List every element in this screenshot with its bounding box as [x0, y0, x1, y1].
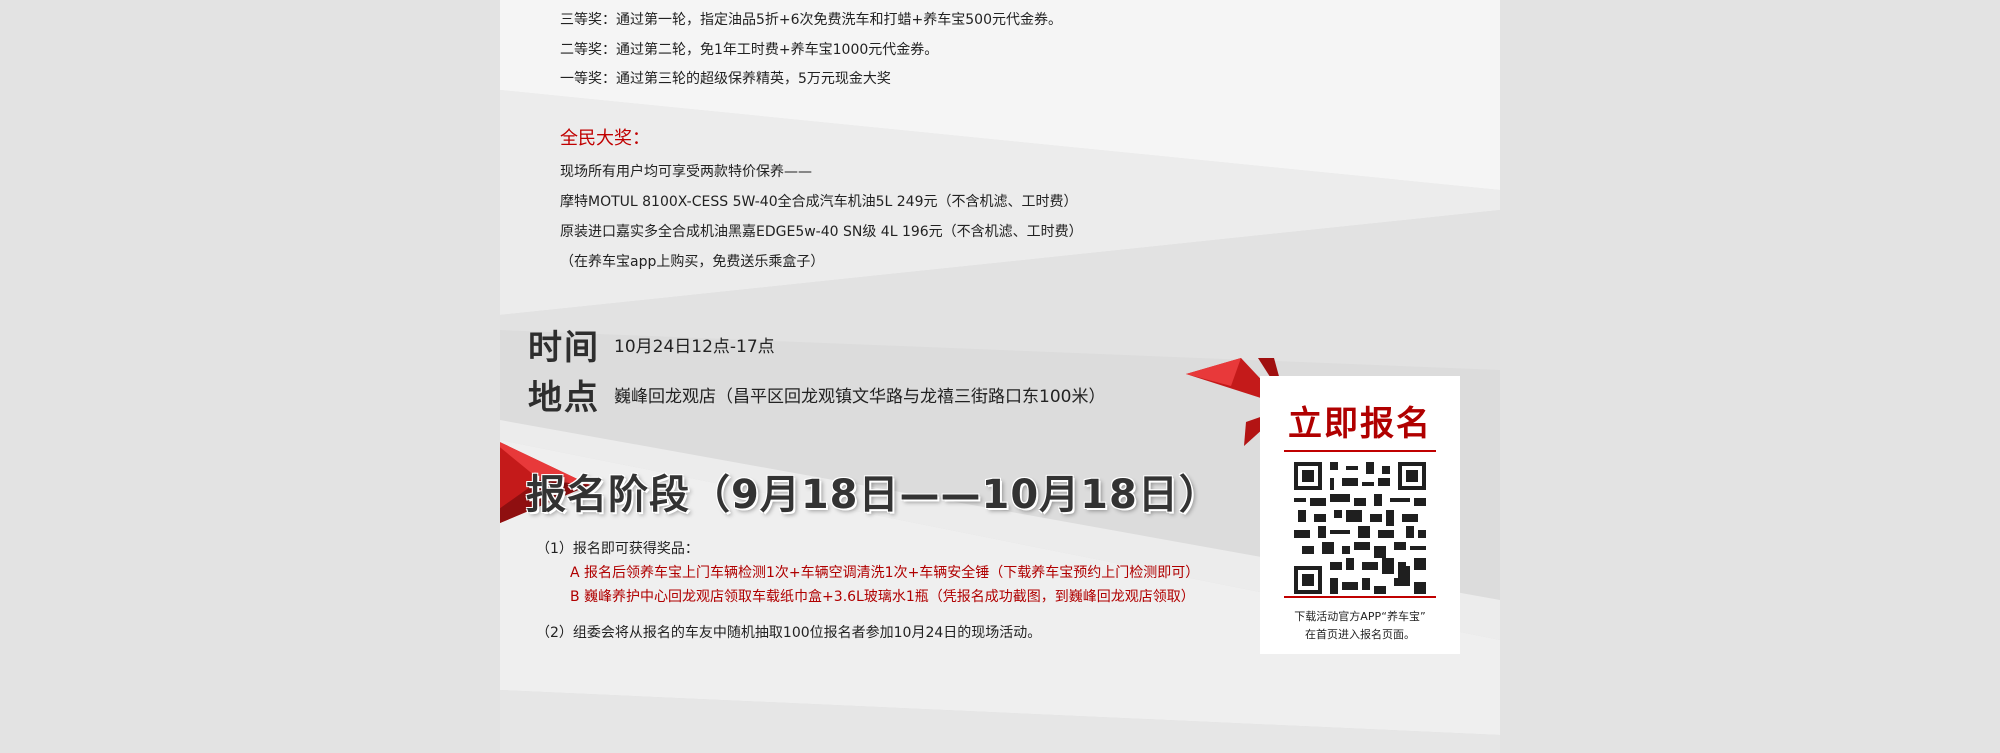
qr-caption-line-2: 在首页进入报名页面。 [1305, 628, 1415, 641]
registration-item-1: （1）报名即可获得奖品： [536, 541, 699, 557]
registration-item-1a: A 报名后领养车宝上门车辆检测1次+车辆空调清洗1次+车辆安全锤（下载养车宝预约… [570, 565, 1200, 581]
first-prize: 一等奖：通过第三轮的超级保养精英，5万元现金大奖 [560, 71, 891, 87]
promo-panel: 三等奖：通过第一轮，指定油品5折+6次免费洗车和打蜡+养车宝500元代金券。 二… [500, 0, 1500, 753]
signup-now-title: 立即报名 [1288, 404, 1432, 444]
qr-signup-card[interactable]: 立即报名 下载活动官方APP“养车宝” 在首页进入报名页面。 [1260, 376, 1460, 654]
grand-prize-heading: 全民大奖： [560, 128, 650, 149]
grand-prize-line: 摩特MOTUL 8100X-CESS 5W-40全合成汽车机油5L 249元（不… [560, 194, 1078, 210]
grand-prize-line: （在养车宝app上购买，免费送乐乘盒子） [560, 254, 825, 270]
qr-caption-line-1: 下载活动官方APP“养车宝” [1294, 610, 1426, 623]
third-prize: 三等奖：通过第一轮，指定油品5折+6次免费洗车和打蜡+养车宝500元代金券。 [560, 12, 1062, 28]
registration-item-1b: B 巍峰养护中心回龙观店领取车载纸巾盒+3.6L玻璃水1瓶（凭报名成功截图，到巍… [570, 589, 1195, 605]
qr-code-icon[interactable] [1294, 462, 1426, 594]
grand-prize-line: 现场所有用户均可享受两款特价保养—— [560, 164, 812, 180]
place-value: 巍峰回龙观店（昌平区回龙观镇文华路与龙禧三街路口东100米） [614, 387, 1106, 407]
second-prize: 二等奖：通过第二轮，免1年工时费+养车宝1000元代金券。 [560, 42, 939, 58]
time-value: 10月24日12点-17点 [614, 337, 775, 357]
place-label: 地点 [528, 378, 600, 418]
grand-prize-line: 原装进口嘉实多全合成机油黑嘉EDGE5w-40 SN级 4L 196元（不含机滤… [560, 224, 1083, 240]
divider [1284, 450, 1436, 452]
registration-item-2: （2）组委会将从报名的车友中随机抽取100位报名者参加10月24日的现场活动。 [536, 625, 1042, 641]
time-label: 时间 [528, 328, 600, 368]
divider [1284, 596, 1436, 598]
registration-phase-title: 报名阶段（9月18日——10月18日） [526, 472, 1220, 518]
